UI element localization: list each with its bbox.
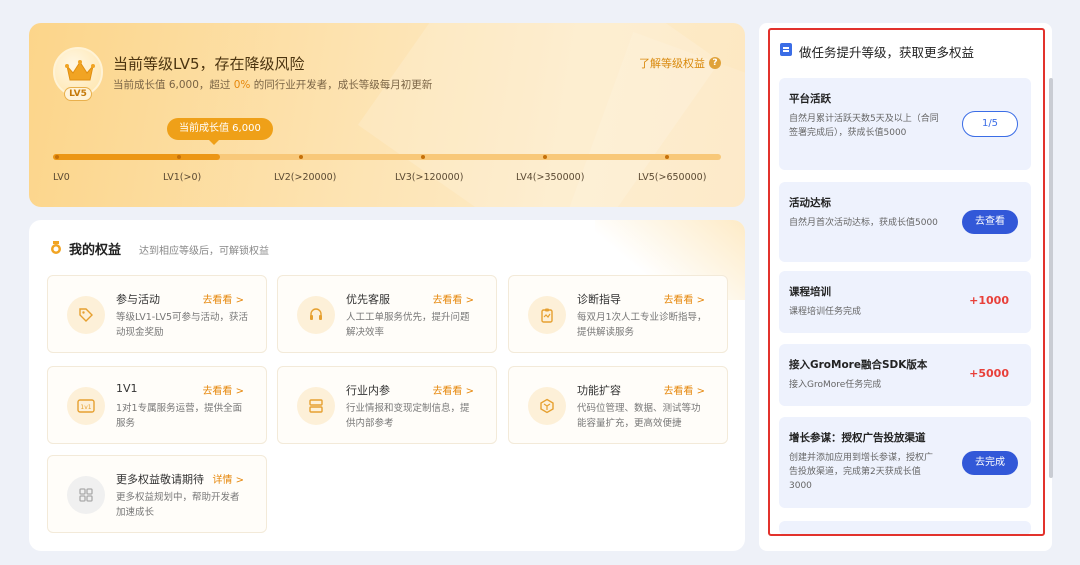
level-marker <box>543 155 547 159</box>
current-growth-tooltip: 当前成长值 6,000 <box>167 118 273 145</box>
level-badge-label: LV5 <box>64 87 92 101</box>
clipboard-icon <box>528 296 566 334</box>
benefit-link[interactable]: 去看看 > <box>663 291 705 306</box>
level-label: LV1(>0) <box>163 172 202 183</box>
benefit-card: 诊断指导 去看看 > 每双月1次人工专业诊断指导，提供解读服务 <box>508 275 728 353</box>
benefit-desc: 更多权益规划中，帮助开发者加速成长 <box>116 492 240 518</box>
benefit-desc: 行业情报和变现定制信息，提供内部参考 <box>346 403 470 429</box>
level-marker <box>421 155 425 159</box>
box-icon <box>528 387 566 425</box>
level-progress-bar <box>53 154 721 160</box>
benefit-name: 1V1 <box>116 382 138 395</box>
level-title: 当前等级LV5，存在降级风险 <box>113 55 305 73</box>
1v1-icon: 1v1 <box>67 387 105 425</box>
benefit-link[interactable]: 去看看 > <box>432 382 474 397</box>
benefit-link[interactable]: 去看看 > <box>432 291 474 306</box>
benefit-name: 优先客服 <box>346 293 390 306</box>
learn-level-benefits-link[interactable]: 了解等级权益 ? <box>639 55 721 71</box>
benefit-desc: 1对1专属服务运营，提供全面服务 <box>116 403 243 429</box>
headset-icon <box>297 296 335 334</box>
grid-icon <box>67 476 105 514</box>
level-marker <box>665 155 669 159</box>
level-card: LV5 当前等级LV5，存在降级风险 当前成长值 6,000，超过 0% 的同行… <box>29 23 745 207</box>
level-marker <box>55 155 59 159</box>
level-subtitle: 当前成长值 6,000，超过 0% 的同行业开发者，成长等级每月初更新 <box>113 79 433 91</box>
help-icon: ? <box>709 57 721 69</box>
benefit-name: 更多权益敬请期待 <box>116 473 204 486</box>
benefit-desc: 每双月1次人工专业诊断指导，提供解读服务 <box>577 312 707 338</box>
benefit-card: 优先客服 去看看 > 人工工单服务优先，提升问题解决效率 <box>277 275 497 353</box>
benefits-title: 我的权益 <box>69 243 122 258</box>
medal-icon <box>51 241 61 254</box>
level-marker <box>299 155 303 159</box>
document-stack-icon <box>297 387 335 425</box>
benefit-card: 更多权益敬请期待 详情 > 更多权益规划中，帮助开发者加速成长 <box>47 455 267 533</box>
benefit-card: 参与活动 去看看 > 等级LV1-LV5可参与活动，获活动现金奖励 <box>47 275 267 353</box>
benefit-card: 行业内参 去看看 > 行业情报和变现定制信息，提供内部参考 <box>277 366 497 444</box>
benefit-desc: 等级LV1-LV5可参与活动，获活动现金奖励 <box>116 312 249 338</box>
benefit-card: 1v1 1V1 去看看 > 1对1专属服务运营，提供全面服务 <box>47 366 267 444</box>
benefit-name: 行业内参 <box>346 384 390 397</box>
tag-icon <box>67 296 105 334</box>
level-label: LV0 <box>53 172 70 183</box>
benefit-desc: 代码位管理、数据、测试等功能容量扩充，更高效便捷 <box>577 403 701 429</box>
highlight-frame <box>768 28 1045 536</box>
task-panel-scrollbar[interactable] <box>1049 78 1053 478</box>
benefit-name: 参与活动 <box>116 293 160 306</box>
level-label: LV5(>650000) <box>638 172 707 183</box>
level-progress-fill <box>53 154 220 160</box>
my-benefits-card: 我的权益 达到相应等级后，可解锁权益 参与活动 去看看 > 等级LV1-LV5可参与… <box>29 220 745 551</box>
benefit-link[interactable]: 去看看 > <box>663 382 705 397</box>
learn-level-benefits-label: 了解等级权益 <box>639 57 705 70</box>
crown-icon <box>65 60 95 81</box>
benefit-link[interactable]: 去看看 > <box>202 291 244 306</box>
level-marker <box>177 155 181 159</box>
benefit-card: 功能扩容 去看看 > 代码位管理、数据、测试等功能容量扩充，更高效便捷 <box>508 366 728 444</box>
benefit-desc: 人工工单服务优先，提升问题解决效率 <box>346 312 470 338</box>
svg-text:1v1: 1v1 <box>80 404 91 411</box>
level-label: LV2(>20000) <box>274 172 337 183</box>
benefit-name: 诊断指导 <box>577 293 621 306</box>
benefit-link[interactable]: 去看看 > <box>202 382 244 397</box>
level-label: LV3(>120000) <box>395 172 464 183</box>
benefit-link[interactable]: 详情 > <box>212 471 244 486</box>
benefit-name: 功能扩容 <box>577 384 621 397</box>
benefits-subtitle: 达到相应等级后，可解锁权益 <box>139 246 269 257</box>
level-label: LV4(>350000) <box>516 172 585 183</box>
